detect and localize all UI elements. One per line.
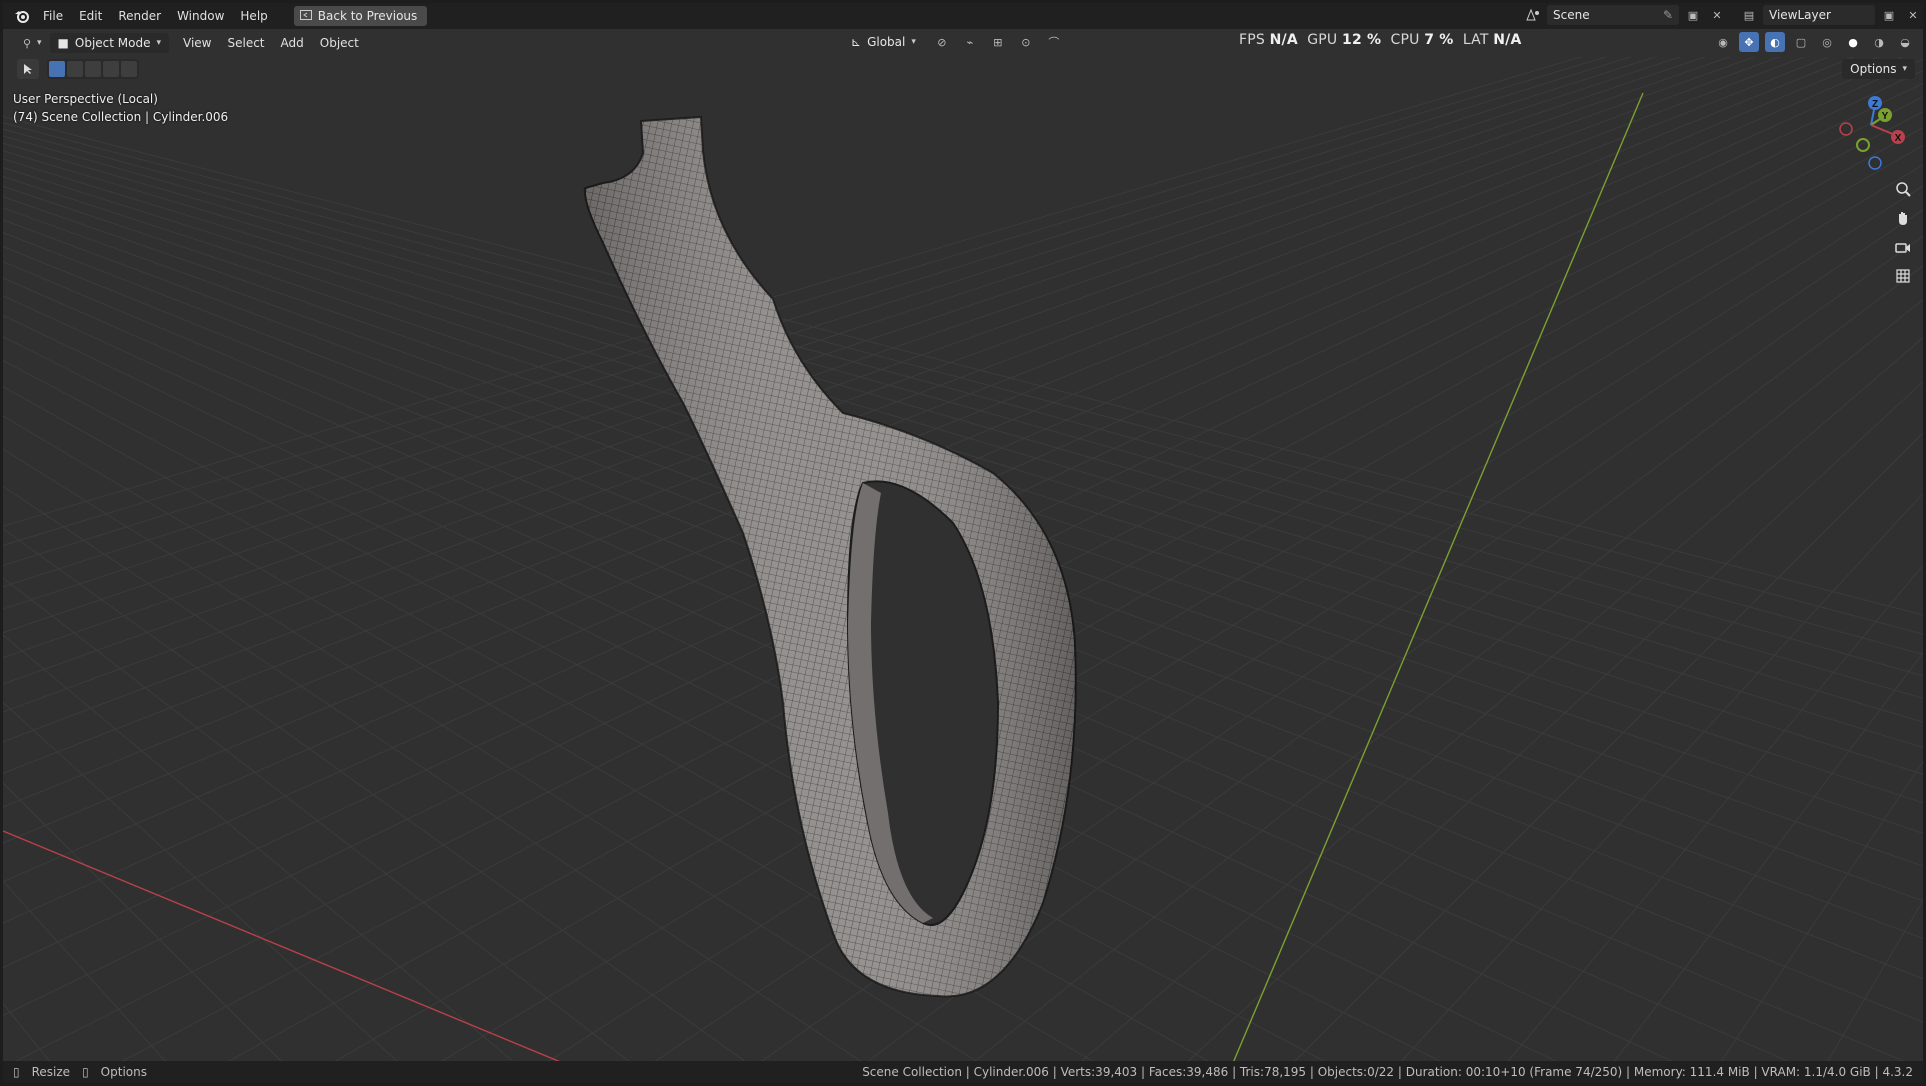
cpu-label: CPU	[1390, 32, 1420, 48]
visibility-icon[interactable]: ◉	[1713, 32, 1733, 52]
mode-icon: ■	[57, 36, 69, 50]
mode-label: Object Mode	[74, 36, 151, 50]
viewport-collection-label: (74) Scene Collection | Cylinder.006	[13, 110, 229, 124]
gpu-label: GPU	[1307, 32, 1338, 48]
shading-wire-icon[interactable]: ◎	[1817, 32, 1837, 52]
grid-line	[334, 144, 1923, 1061]
viewport-header: ⚲ ▾ ■ Object Mode ▾ View Select Add Obje…	[3, 30, 1923, 56]
gizmo-x-label: X	[1895, 133, 1902, 144]
grid-line	[3, 1002, 50, 1061]
status-resize: Resize	[31, 1065, 71, 1079]
lat-label: LAT	[1462, 32, 1489, 48]
grid-line	[1081, 337, 1923, 1061]
lat-value: N/A	[1493, 32, 1522, 48]
gizmo-neg-x-icon[interactable]	[1839, 122, 1853, 136]
grid-line	[3, 701, 398, 1061]
select-new-icon[interactable]	[49, 61, 65, 77]
transform-tools: ⊾ Global ▾ ⊘ ⌁ ⊞ ⊙ ⌒	[843, 32, 1064, 52]
chevron-down-icon: ▾	[1902, 64, 1907, 74]
grid-line	[441, 164, 1923, 1061]
status-info: Scene Collection | Cylinder.006 | Verts:…	[862, 1065, 1913, 1079]
select-subtract-icon[interactable]	[85, 61, 101, 77]
chevron-down-icon: ▾	[156, 38, 161, 48]
select-invert-icon[interactable]	[103, 61, 119, 77]
ortho-grid-icon[interactable]	[1891, 264, 1915, 288]
chevron-down-icon: ▾	[37, 38, 42, 48]
mouse-icon: ▯	[13, 1065, 20, 1079]
viewport-canvas[interactable]	[3, 3, 1923, 1083]
snap-icon[interactable]: ⌁	[960, 32, 980, 52]
x-axis-line	[3, 830, 561, 1061]
gizmo-neg-y-icon[interactable]	[1856, 138, 1870, 152]
performance-stats: FPS N/A GPU 12 % CPU 7 % LAT N/A	[1239, 32, 1522, 48]
menu-add[interactable]: Add	[273, 32, 312, 54]
cpu-value: 7 %	[1424, 32, 1454, 48]
transform-orientation-dropdown[interactable]: ⊾ Global ▾	[843, 32, 924, 52]
selection-mode-group	[47, 59, 139, 79]
grid-line	[1187, 381, 1923, 1061]
status-options: Options	[100, 1065, 147, 1079]
fps-label: FPS	[1239, 32, 1265, 48]
gizmo-y-label: Y	[1882, 111, 1889, 122]
shading-render-icon[interactable]: ◒	[1895, 32, 1915, 52]
chevron-down-icon: ▾	[911, 37, 916, 47]
navigation-gizmo[interactable]: Z Y X	[1831, 93, 1911, 173]
overlay-icon[interactable]: ◐	[1765, 32, 1785, 52]
select-extend-icon[interactable]	[67, 61, 83, 77]
pivot-icon[interactable]: ⊘	[932, 32, 952, 52]
zoom-icon[interactable]	[1891, 177, 1915, 201]
shading-solid-icon[interactable]: ●	[1843, 32, 1863, 52]
mesh-object-cylinder[interactable]	[583, 115, 1077, 998]
orientation-label: Global	[867, 35, 906, 49]
tool-row	[17, 59, 139, 79]
select-intersect-icon[interactable]	[121, 61, 137, 77]
falloff-icon[interactable]: ⌒	[1044, 32, 1064, 52]
viewport-header-right: ◉ ✥ ◐ ▢ ◎ ● ◑ ◒	[1713, 32, 1915, 52]
fps-value: N/A	[1269, 32, 1298, 48]
menu-select[interactable]: Select	[219, 32, 272, 54]
select-tool-icon[interactable]	[17, 59, 39, 79]
mouse-icon: ▯	[82, 1065, 89, 1079]
proportional-icon[interactable]: ⊙	[1016, 32, 1036, 52]
status-left: ▯ Resize ▯ Options	[3, 1065, 147, 1079]
mode-dropdown[interactable]: ■ Object Mode ▾	[49, 33, 169, 53]
editor-type-icon[interactable]: ⚲	[17, 33, 37, 53]
gizmo-z-label: Z	[1872, 99, 1878, 110]
gpu-value: 12 %	[1342, 32, 1382, 48]
pan-icon[interactable]	[1891, 206, 1915, 230]
options-label: Options	[1850, 62, 1897, 76]
options-dropdown[interactable]: Options ▾	[1842, 59, 1915, 79]
orientation-icon: ⊾	[851, 35, 862, 49]
xray-icon[interactable]: ▢	[1791, 32, 1811, 52]
shading-material-icon[interactable]: ◑	[1869, 32, 1889, 52]
viewport-perspective-label: User Perspective (Local)	[13, 92, 158, 106]
menu-object[interactable]: Object	[312, 32, 367, 54]
camera-icon[interactable]	[1891, 235, 1915, 259]
menu-view[interactable]: View	[175, 32, 219, 54]
snap-target-icon[interactable]: ⊞	[988, 32, 1008, 52]
gizmo-neg-z-icon[interactable]	[1868, 156, 1882, 170]
grid-line	[974, 298, 1923, 1061]
gizmo-icon[interactable]: ✥	[1739, 32, 1759, 52]
status-bar: ▯ Resize ▯ Options Scene Collection | Cy…	[3, 1061, 1923, 1083]
blender-window: File Edit Render Window Help Back to Pre…	[3, 3, 1923, 1083]
